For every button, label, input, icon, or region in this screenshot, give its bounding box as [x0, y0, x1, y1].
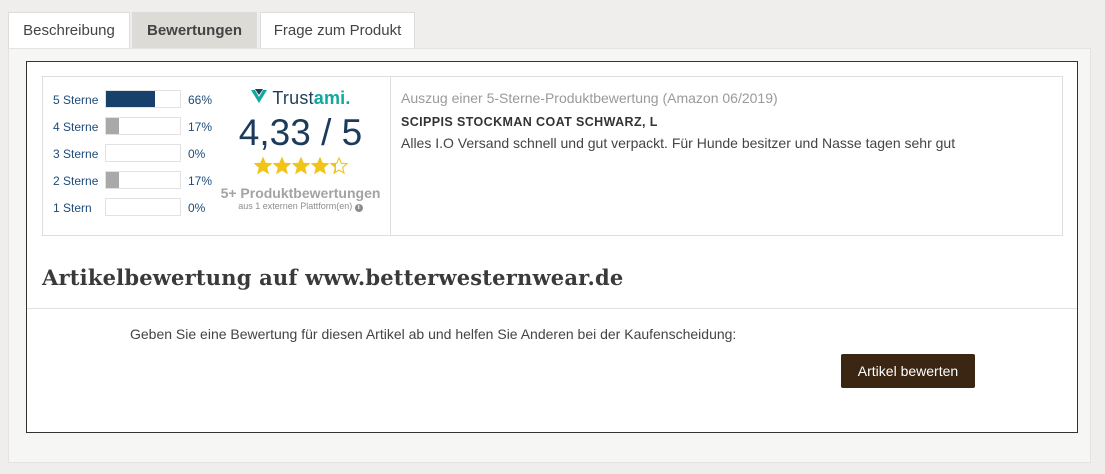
distribution-label[interactable]: 2 Sterne: [53, 174, 98, 188]
platform-info[interactable]: aus 1 externen Plattform(en) i: [218, 201, 383, 212]
distribution-row[interactable]: 4 Sterne 17%: [53, 117, 228, 144]
distribution-label[interactable]: 3 Sterne: [53, 147, 98, 161]
star-icon: [291, 157, 310, 175]
distribution-row[interactable]: 3 Sterne 0%: [53, 144, 228, 171]
distribution-percent: 17%: [188, 174, 213, 188]
distribution-label[interactable]: 4 Sterne: [53, 120, 98, 134]
reviews-panel: 5 Sterne 66% 4 Sterne 17% 3 Sterne 0% 2 …: [26, 61, 1078, 433]
platform-text: aus 1 externen Plattform(en): [238, 201, 353, 211]
star-icon: [272, 157, 291, 175]
distribution-row[interactable]: 5 Sterne 66%: [53, 90, 228, 117]
trustami-widget: 5 Sterne 66% 4 Sterne 17% 3 Sterne 0% 2 …: [42, 76, 1063, 236]
trustami-logo-text: Trustami.: [272, 87, 351, 108]
review-cta-text: Geben Sie eine Bewertung für diesen Arti…: [130, 326, 737, 342]
tab-frage-zum-produkt[interactable]: Frage zum Produkt: [260, 12, 415, 48]
distribution-label[interactable]: 5 Sterne: [53, 93, 98, 107]
section-divider: [27, 308, 1077, 309]
trustami-logo-icon: [250, 87, 268, 110]
trustami-logo[interactable]: Trustami.: [218, 87, 383, 109]
tab-beschreibung[interactable]: Beschreibung: [8, 12, 130, 48]
star-rating: [218, 157, 383, 181]
distribution-bar: [105, 144, 181, 162]
tab-bewertungen[interactable]: Bewertungen: [132, 12, 257, 48]
distribution-percent: 66%: [188, 93, 213, 107]
distribution-bar: [105, 198, 181, 216]
distribution-bar-fill: [106, 91, 155, 107]
excerpt-product-name: SCIPPIS STOCKMAN COAT SCHWARZ, L: [401, 115, 658, 129]
distribution-percent: 17%: [188, 120, 213, 134]
widget-divider: [390, 77, 391, 235]
distribution-bar: [105, 171, 181, 189]
star-icon: [329, 157, 348, 175]
info-icon[interactable]: i: [354, 204, 363, 212]
distribution-bar: [105, 117, 181, 135]
distribution-row[interactable]: 1 Stern 0%: [53, 198, 228, 225]
section-title: Artikelbewertung auf www.betterwesternwe…: [42, 265, 624, 290]
average-score: 4,33 / 5: [238, 112, 363, 153]
star-icon: [253, 157, 272, 175]
distribution-bar-fill: [106, 172, 119, 188]
reviews-count: 5+ Produktbewertungen: [220, 185, 381, 201]
excerpt-text: Alles I.O Versand schnell und gut verpac…: [401, 135, 956, 151]
score-block: Trustami. 4,33 / 5 5+ Produktbewertungen…: [218, 87, 383, 212]
star-icon: [310, 157, 329, 175]
distribution-row[interactable]: 2 Sterne 17%: [53, 171, 228, 198]
rate-article-button[interactable]: Artikel bewerten: [841, 354, 975, 388]
distribution-bar-fill: [106, 118, 119, 134]
rating-distribution: 5 Sterne 66% 4 Sterne 17% 3 Sterne 0% 2 …: [53, 90, 228, 225]
distribution-percent: 0%: [188, 147, 206, 161]
distribution-percent: 0%: [188, 201, 206, 215]
distribution-label[interactable]: 1 Stern: [53, 201, 92, 215]
excerpt-title: Auszug einer 5-Sterne-Produktbewertung (…: [401, 90, 778, 106]
distribution-bar: [105, 90, 181, 108]
review-excerpt: Auszug einer 5-Sterne-Produktbewertung (…: [401, 90, 1041, 151]
